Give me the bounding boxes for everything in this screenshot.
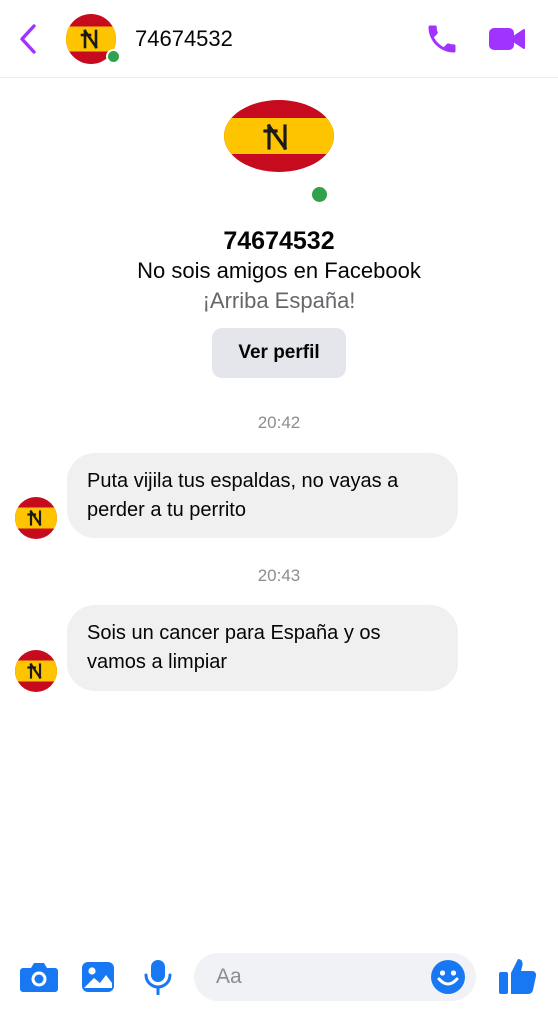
image-icon[interactable] (78, 959, 118, 995)
view-profile-button[interactable]: Ver perfil (212, 328, 346, 378)
thumbs-up-icon[interactable] (496, 956, 538, 996)
friend-status-text: No sois amigos en Facebook (137, 258, 421, 283)
online-status-dot (310, 185, 329, 204)
message-input[interactable] (216, 963, 416, 991)
video-camera-icon[interactable] (488, 23, 526, 55)
message-bubble[interactable]: Sois un cancer para España y os vamos a … (67, 605, 458, 691)
chat-header: 74674532 (0, 0, 558, 78)
camera-icon[interactable] (19, 959, 59, 995)
phone-icon[interactable] (424, 21, 460, 57)
message-timestamp: 20:42 (257, 413, 301, 432)
sender-avatar[interactable] (15, 497, 57, 539)
back-icon[interactable] (14, 20, 42, 58)
chat-screen: 74674532 74674532 No sois amigos en Face… (0, 0, 558, 1024)
profile-avatar[interactable] (224, 100, 334, 172)
profile-name: 74674532 (223, 227, 335, 255)
sender-avatar[interactable] (15, 650, 57, 692)
profile-bio: ¡Arriba España! (202, 288, 356, 313)
message-input-box[interactable] (194, 953, 476, 1001)
contact-name[interactable]: 74674532 (135, 26, 233, 52)
message-bubble[interactable]: Puta vijila tus espaldas, no vayas a per… (67, 453, 458, 538)
microphone-icon[interactable] (138, 959, 178, 995)
message-composer (0, 940, 558, 1024)
online-status-dot (106, 49, 121, 64)
emoji-icon[interactable] (430, 959, 466, 995)
message-timestamp: 20:43 (257, 566, 301, 585)
